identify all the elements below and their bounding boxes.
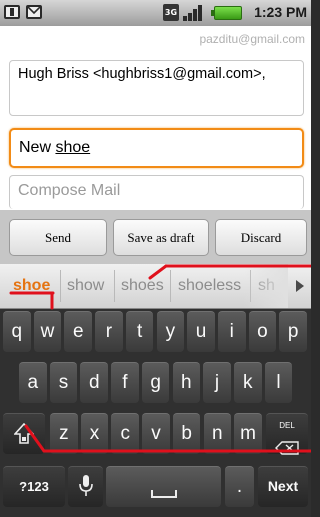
discard-button[interactable]: Discard (215, 219, 307, 256)
subject-field[interactable]: New shoe (9, 128, 304, 168)
key-o[interactable]: o (248, 311, 277, 352)
key-v[interactable]: v (142, 413, 170, 454)
microphone-key[interactable] (68, 466, 103, 507)
microphone-icon (78, 475, 93, 496)
key-i[interactable]: i (217, 311, 246, 352)
battery-icon (211, 6, 242, 20)
key-y[interactable]: y (156, 311, 185, 352)
shift-key[interactable] (3, 413, 45, 454)
compose-form: pazditu@gmail.com Hugh Briss <hughbriss1… (0, 26, 311, 210)
key-g[interactable]: g (141, 362, 170, 403)
key-x[interactable]: x (80, 413, 109, 454)
key-u[interactable]: u (187, 311, 215, 352)
clock: 1:23 PM (254, 4, 307, 20)
to-field[interactable]: Hugh Briss <hughbriss1@gmail.com>, (9, 60, 304, 116)
gmail-notification-icon (26, 5, 42, 19)
sim-card-icon (4, 5, 20, 19)
network-3g-icon: 3G (163, 4, 179, 21)
key-z[interactable]: z (50, 413, 78, 454)
key-k[interactable]: k (233, 362, 262, 403)
key-m[interactable]: m (234, 413, 262, 454)
key-s[interactable]: s (49, 362, 78, 403)
key-n[interactable]: n (203, 413, 232, 454)
divider (60, 270, 61, 302)
space-key[interactable] (106, 466, 221, 507)
divider (170, 270, 171, 302)
signal-strength-icon (183, 5, 205, 21)
soft-keyboard: qwertyuiop asdfghjkl DEL zxcvbnm ?123 . … (0, 309, 311, 517)
key-d[interactable]: d (80, 362, 109, 403)
delete-key[interactable]: DEL (266, 413, 308, 455)
key-l[interactable]: l (264, 362, 293, 403)
key-b[interactable]: b (172, 413, 201, 454)
delete-label: DEL (279, 421, 295, 430)
key-a[interactable]: a (19, 362, 47, 403)
status-bar: 3G 1:23 PM (0, 0, 311, 26)
suggestion-strip: shoe show shoes shoeless sh (0, 264, 311, 309)
subject-prefix: New (19, 139, 56, 156)
key-h[interactable]: h (172, 362, 201, 403)
key-p[interactable]: p (279, 311, 307, 352)
key-e[interactable]: e (64, 311, 93, 352)
suggestion-item[interactable]: shoe (13, 264, 50, 308)
key-t[interactable]: t (125, 311, 154, 352)
space-icon (150, 490, 177, 498)
key-w[interactable]: w (33, 311, 62, 352)
symbols-key[interactable]: ?123 (3, 466, 65, 507)
subject-composing-word: shoe (55, 139, 91, 156)
body-field[interactable]: Compose Mail (9, 175, 304, 209)
suggestion-fade (244, 264, 288, 308)
to-value: Hugh Briss <hughbriss1@gmail.com>, (18, 66, 266, 82)
chevron-right-icon[interactable] (289, 264, 311, 308)
key-r[interactable]: r (95, 311, 123, 352)
divider (114, 270, 115, 302)
key-j[interactable]: j (203, 362, 231, 403)
account-label: pazditu@gmail.com (199, 32, 305, 46)
save-draft-button[interactable]: Save as draft (113, 219, 209, 256)
key-f[interactable]: f (111, 362, 139, 403)
next-key[interactable]: Next (258, 466, 308, 507)
suggestion-item[interactable]: shoes (121, 264, 164, 308)
suggestion-item[interactable]: shoeless (178, 264, 241, 308)
key-q[interactable]: q (3, 311, 31, 352)
backspace-icon (275, 441, 299, 455)
suggestion-item[interactable]: show (67, 264, 104, 308)
send-button[interactable]: Send (9, 219, 107, 256)
period-key[interactable]: . (225, 466, 254, 507)
shift-icon (13, 422, 35, 444)
key-c[interactable]: c (111, 413, 140, 454)
action-button-bar: Send Save as draft Discard (0, 210, 311, 264)
